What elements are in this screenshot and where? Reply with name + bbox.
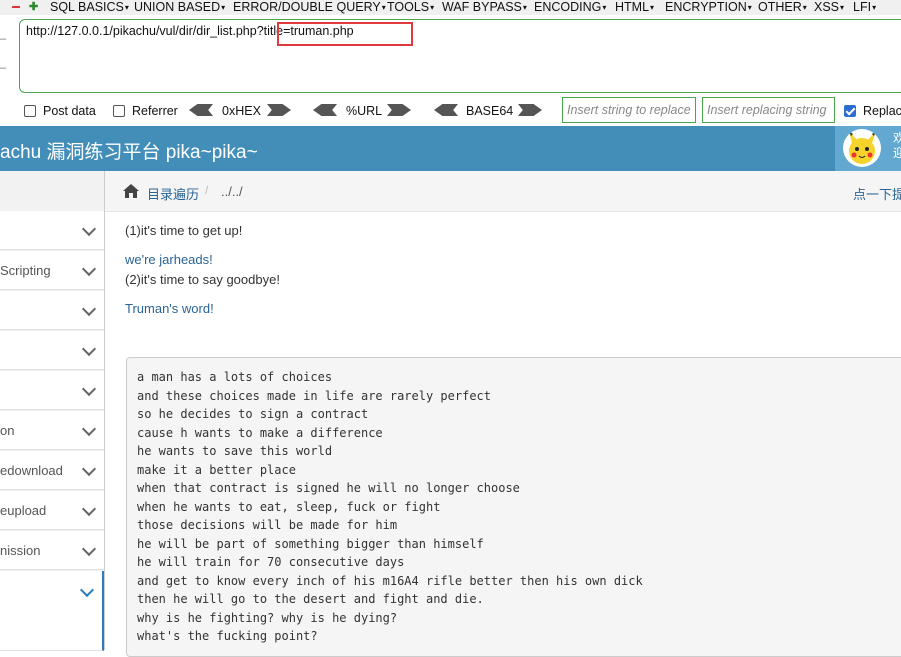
chevron-down-icon [81, 541, 97, 557]
poem-line: make it a better place [137, 462, 296, 477]
poem-line: so he decides to sign a contract [137, 407, 369, 421]
poem-line: then he will go to the desert and fight … [137, 592, 484, 606]
sidebar-item-xss[interactable]: Scripting [0, 251, 104, 290]
menu-encoding[interactable]: ENCODING▾ [534, 0, 606, 15]
base64-encode-arrow-icon[interactable] [518, 104, 542, 116]
poem-line: and these choices made in life are rarel… [137, 388, 492, 403]
replace-all-label: Replace All [863, 104, 901, 118]
home-icon [123, 184, 139, 198]
hackbar-menu: ✚ SQL BASICS▾ UNION BASED▾ ERROR/DOUBLE … [0, 0, 901, 15]
hex-decode-arrow-icon[interactable] [189, 104, 213, 116]
poem-line: when that contract is signed he will no … [137, 481, 520, 495]
chevron-down-icon [81, 501, 97, 517]
gutter-mark: – [0, 33, 7, 45]
truman-link[interactable]: Truman's word! [125, 301, 214, 316]
chevron-down-icon [81, 341, 97, 357]
menu-sql-basics[interactable]: SQL BASICS▾ [50, 0, 129, 15]
expand-icon[interactable]: ✚ [29, 0, 38, 13]
sidebar-item-unsafe-upload[interactable]: eupload [0, 491, 104, 530]
hint-link[interactable]: 点一下提示~ [853, 184, 901, 203]
referrer-label: Referrer [132, 104, 178, 118]
sidebar-item[interactable] [0, 211, 104, 250]
breadcrumb-current: ../../ [221, 184, 243, 199]
url-textarea[interactable]: http://127.0.0.1/pikachu/vul/dir/dir_lis… [19, 19, 901, 93]
avatar [843, 129, 881, 167]
site-header: achu 漏洞练习平台 pika~pika~ 欢迎 [0, 126, 901, 171]
menu-html[interactable]: HTML▾ [615, 0, 654, 15]
base64-label: BASE64 [466, 104, 514, 118]
sidebar-item[interactable] [0, 371, 104, 410]
url-label: %URL [346, 104, 383, 118]
sidebar-item[interactable] [0, 291, 104, 330]
site-title: achu 漏洞练习平台 pika~pika~ [0, 142, 258, 163]
url-decode-arrow-icon[interactable] [313, 104, 337, 116]
chevron-down-icon [81, 221, 97, 237]
poem-line: and get to know every inch of his m16A4 … [137, 573, 643, 588]
menu-xss[interactable]: XSS▾ [814, 0, 844, 15]
chevron-down-icon [81, 461, 97, 477]
poem-line: those decisions will be made for him [137, 518, 398, 532]
poem-line: cause h wants to make a difference [137, 425, 383, 440]
menu-other[interactable]: OTHER▾ [758, 0, 807, 15]
insert-string-input[interactable]: Insert string to replace [562, 97, 696, 123]
sidebar-item[interactable]: on [0, 411, 104, 450]
menu-error-double-query[interactable]: ERROR/DOUBLE QUERY▾ [233, 0, 386, 15]
poem-line: he will be part of something bigger than… [137, 536, 484, 551]
collapse-icon[interactable] [12, 6, 20, 8]
chevron-down-icon [81, 421, 97, 437]
sidebar-item-over-permission[interactable]: nission [0, 531, 104, 570]
menu-union-based[interactable]: UNION BASED▾ [134, 0, 225, 15]
post-data-label: Post data [43, 104, 96, 118]
poem-line: why is he fighting? why is he dying? [137, 610, 398, 625]
breadcrumb: 目录遍历 / ../../ 点一下提示~ [105, 171, 901, 212]
referrer-checkbox[interactable] [113, 105, 125, 117]
poem-line: when he wants to eat, sleep, fuck or fig… [137, 499, 441, 514]
sidebar-item[interactable] [0, 331, 104, 370]
poem-line: a man has a lots of choices [137, 370, 333, 384]
url-encode-arrow-icon[interactable] [387, 104, 411, 116]
welcome-text: 欢迎 [893, 131, 901, 160]
chevron-down-icon [81, 381, 97, 397]
sidebar-item-unsafe-download[interactable]: edownload [0, 451, 104, 490]
sidebar: Scripting on edownload eupload nission [0, 171, 105, 651]
base64-decode-arrow-icon[interactable] [434, 104, 458, 116]
highlight-box [277, 22, 413, 46]
content-line-1: (1)it's time to get up! [125, 223, 243, 238]
poem-line: he will train for 70 consecutive days [137, 555, 405, 569]
breadcrumb-separator: / [205, 183, 209, 197]
breadcrumb-home-link[interactable]: 目录遍历 [147, 184, 199, 203]
insert-replacing-input[interactable]: Insert replacing string [702, 97, 835, 123]
chevron-down-icon [79, 582, 95, 598]
menu-lfi[interactable]: LFI▾ [853, 0, 876, 15]
replace-all-checkbox[interactable] [844, 105, 856, 117]
poem-block: a man has a lots of choices and these ch… [126, 357, 901, 657]
hex-encode-arrow-icon[interactable] [267, 104, 291, 116]
user-menu[interactable]: 欢迎 [835, 126, 901, 171]
sidebar-shortcuts [0, 171, 104, 212]
sidebar-item-dir-traversal[interactable] [0, 571, 104, 651]
menu-encryption[interactable]: ENCRYPTION▾ [665, 0, 752, 15]
gutter-mark: – [0, 62, 7, 74]
jarheads-link[interactable]: we're jarheads! [125, 252, 213, 267]
chevron-down-icon [81, 261, 97, 277]
chevron-down-icon [81, 301, 97, 317]
hex-label: 0xHEX [222, 104, 261, 118]
menu-tools[interactable]: TOOLS▾ [387, 0, 434, 15]
hackbar-options: Post data Referrer 0xHEX %URL BASE64 Ins… [0, 96, 901, 126]
poem-line: what's the fucking point? [137, 629, 318, 643]
poem-line: he wants to save this world [137, 444, 333, 458]
post-data-checkbox[interactable] [24, 105, 36, 117]
content-line-2: (2)it's time to say goodbye! [125, 272, 280, 287]
menu-waf-bypass[interactable]: WAF BYPASS▾ [442, 0, 527, 15]
